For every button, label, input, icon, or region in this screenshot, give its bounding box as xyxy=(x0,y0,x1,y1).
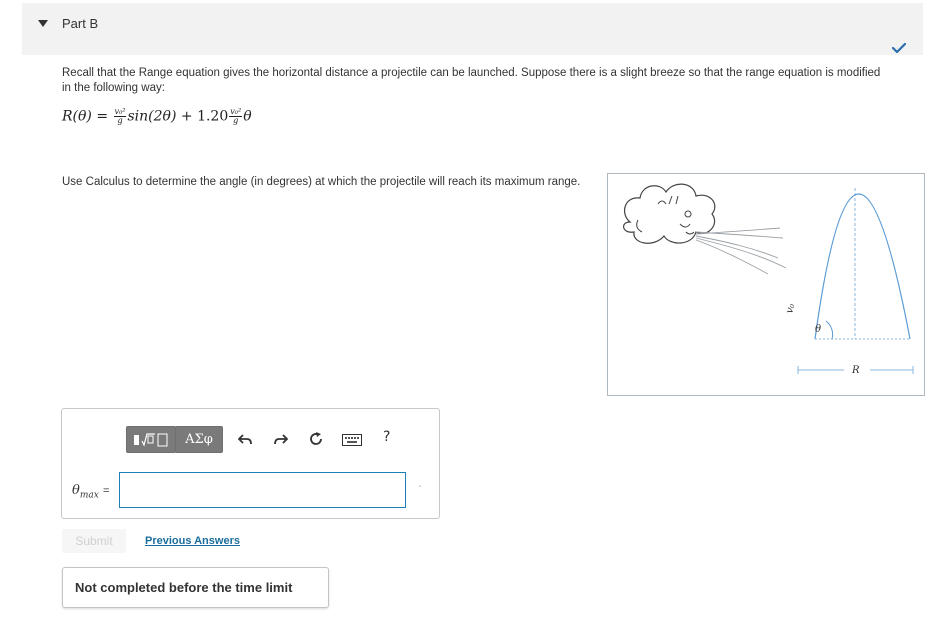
theta-max-label: θmax = xyxy=(72,483,110,501)
answer-input[interactable] xyxy=(119,472,406,508)
part-title: Part B xyxy=(62,16,99,31)
unit-marker-icon: ▫ xyxy=(419,484,422,490)
v0-label: v₀ xyxy=(784,303,797,315)
part-header[interactable]: Part B xyxy=(22,3,923,55)
keyboard-icon[interactable] xyxy=(342,434,362,446)
fraction-root-template-icon xyxy=(134,432,168,447)
intro-text: Recall that the Range equation gives the… xyxy=(62,67,881,94)
redo-icon[interactable] xyxy=(274,432,288,446)
templates-button[interactable] xyxy=(126,426,176,453)
equation-fraction: v₀² g xyxy=(113,107,127,125)
equation-fraction-2: v₀² g xyxy=(229,107,243,125)
question-text: Use Calculus to determine the angle (in … xyxy=(62,176,581,188)
equation-sin-term: sin(2θ) xyxy=(127,108,177,125)
greek-symbols-button[interactable]: ΑΣφ xyxy=(175,426,223,453)
checkmark-icon xyxy=(892,43,906,53)
help-icon[interactable]: ? xyxy=(383,429,390,445)
wind-cloud-illustration: v₀ θ R xyxy=(623,183,914,376)
range-equation: R(θ) = v₀² g sin(2θ) + 1.20 v₀² g θ xyxy=(62,108,252,125)
equation-plus: + xyxy=(180,108,193,125)
reset-icon[interactable] xyxy=(308,431,324,447)
range-label: R xyxy=(851,365,860,376)
equation-equals: = xyxy=(96,108,109,125)
projectile-figure: v₀ θ R xyxy=(607,173,925,396)
caret-down-icon[interactable] xyxy=(38,20,48,27)
equation-lhs: R(θ) xyxy=(62,108,92,125)
previous-answers-link[interactable]: Previous Answers xyxy=(145,535,240,547)
status-message: Not completed before the time limit xyxy=(62,567,329,608)
equation-theta: θ xyxy=(243,108,252,125)
undo-icon[interactable] xyxy=(238,432,252,446)
answer-box: ΑΣφ ? θmax = ▫ xyxy=(61,408,440,519)
theta-figure-label: θ xyxy=(815,324,821,335)
equation-coefficient: 1.20 xyxy=(197,108,229,125)
submit-button[interactable]: Submit xyxy=(62,529,126,553)
